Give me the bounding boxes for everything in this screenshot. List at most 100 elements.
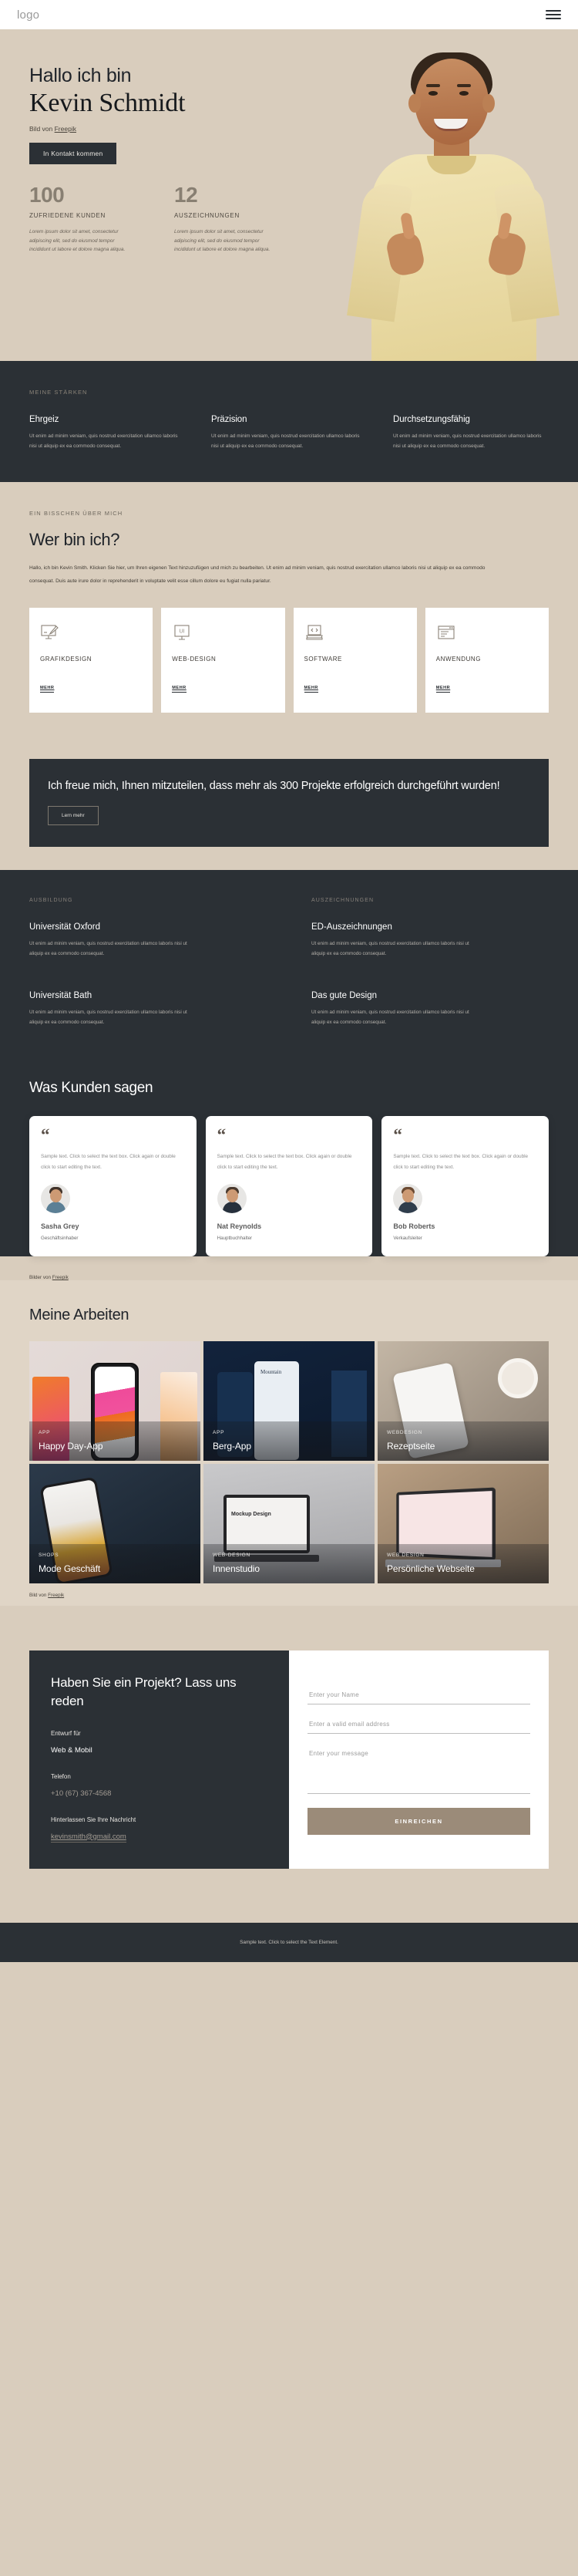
- learn-more-button[interactable]: Lern mehr: [48, 805, 99, 825]
- stat-description: Lorem ipsum dolor sit amet, consectetur …: [174, 229, 271, 252]
- design-for-value: Web & Mobil: [51, 1745, 92, 1755]
- quote-icon: “: [41, 1125, 50, 1145]
- contact-panel: Haben Sie ein Projekt? Lass uns reden En…: [29, 1650, 549, 1869]
- freepik-link[interactable]: Freepik: [52, 1275, 69, 1280]
- contact-form-panel: EINREICHEN: [289, 1650, 549, 1869]
- portfolio-tile-berg-app[interactable]: Mountain APP Berg-App: [203, 1341, 375, 1462]
- hamburger-menu-icon[interactable]: [546, 10, 561, 19]
- testimonial-card[interactable]: “ Sample text. Click to select the text …: [381, 1116, 549, 1257]
- portfolio-credit: Bild von Freepik: [29, 1583, 549, 1598]
- stat-label: ZUFRIEDENE KUNDEN: [29, 211, 106, 219]
- contact-section: Haben Sie ein Projekt? Lass uns reden En…: [0, 1606, 578, 1923]
- portfolio-tile-persoenliche-webseite[interactable]: WEB DESIGN Persönliche Webseite: [378, 1464, 549, 1584]
- education-column: AUSBILDUNG Universität Oxford Ut enim ad…: [29, 898, 267, 1027]
- strength-text: Ut enim ad minim veniam, quis nostrud ex…: [29, 433, 178, 449]
- service-more-link[interactable]: MEHR: [40, 686, 55, 693]
- about-section: EIN BISSCHEN ÜBER MICH Wer bin ich? Hall…: [0, 482, 578, 736]
- strength-item: Ehrgeiz Ut enim ad minim veniam, quis no…: [29, 415, 185, 451]
- portfolio-name: Berg-App: [213, 1441, 251, 1452]
- portfolio-tile-innenstudio[interactable]: Mockup Design WEB-DESIGN Innenstudio: [203, 1464, 375, 1584]
- award-title: Das gute Design: [311, 991, 378, 1001]
- site-logo[interactable]: logo: [17, 8, 39, 22]
- strength-title: Präzision: [211, 415, 247, 424]
- message-textarea[interactable]: [307, 1745, 530, 1794]
- testimonial-card[interactable]: “ Sample text. Click to select the text …: [29, 1116, 197, 1257]
- freepik-link[interactable]: Freepik: [48, 1593, 64, 1598]
- avatar: [393, 1184, 423, 1214]
- service-card-title: SOFTWARE: [304, 655, 342, 663]
- stat-number: 100: [29, 182, 65, 207]
- submit-button[interactable]: EINREICHEN: [307, 1807, 530, 1835]
- education-item: Universität Bath Ut enim ad minim veniam…: [29, 991, 267, 1027]
- service-cards: GRAFIKDESIGN MEHR UI WEB-DESIGN MEHR SOF…: [29, 607, 549, 713]
- service-card-web-design[interactable]: UI WEB-DESIGN MEHR: [161, 607, 285, 713]
- ui-monitor-icon: UI: [172, 623, 274, 643]
- strengths-eyebrow: MEINE STÄRKEN: [29, 389, 88, 396]
- testimonial-author-role: Hauptbuchhalter: [217, 1236, 253, 1242]
- hero-greeting: Hallo ich bin: [29, 65, 132, 86]
- service-more-link[interactable]: MEHR: [304, 686, 318, 693]
- message-label: Hinterlassen Sie Ihre Nachricht: [51, 1816, 136, 1823]
- email-link[interactable]: kevinsmith@gmail.com: [51, 1833, 126, 1843]
- service-card-anwendung[interactable]: ANWENDUNG MEHR: [425, 607, 549, 713]
- education-title: Universität Bath: [29, 991, 92, 1001]
- portfolio-tile-happy-day-app[interactable]: APP Happy Day-App: [29, 1341, 200, 1462]
- education-eyebrow: AUSBILDUNG: [29, 897, 73, 903]
- testimonial-text: Sample text. Click to select the text bo…: [41, 1154, 176, 1170]
- phone-label: Telefon: [51, 1772, 71, 1780]
- education-text: Ut enim ad minim veniam, quis nostrud ex…: [29, 1010, 187, 1025]
- service-card-grafikdesign[interactable]: GRAFIKDESIGN MEHR: [29, 607, 153, 713]
- portfolio-tile-mode-geschaeft[interactable]: SHOPS Mode Geschäft: [29, 1464, 200, 1584]
- hamburger-bar: [546, 18, 561, 19]
- hamburger-bar: [546, 14, 561, 15]
- credit-prefix: Bild von: [29, 1593, 49, 1599]
- awards-eyebrow: AUSZEICHNUNGEN: [311, 897, 375, 903]
- navbar: logo: [0, 0, 578, 29]
- testimonial-author-role: Geschäftsinhaber: [41, 1236, 79, 1242]
- avatar: [217, 1184, 247, 1214]
- phone-value[interactable]: +10 (67) 367-4568: [51, 1789, 267, 1798]
- portfolio-title: Meine Arbeiten: [29, 1307, 129, 1324]
- awards-column: AUSZEICHNUNGEN ED-Auszeichnungen Ut enim…: [311, 898, 549, 1027]
- testimonials-grid: “ Sample text. Click to select the text …: [29, 1116, 549, 1257]
- education-text: Ut enim ad minim veniam, quis nostrud ex…: [29, 940, 187, 956]
- service-more-link[interactable]: MEHR: [172, 686, 187, 693]
- hero-stats: 100 ZUFRIEDENE KUNDEN Lorem ipsum dolor …: [0, 164, 578, 255]
- education-awards-row: AUSBILDUNG Universität Oxford Ut enim ad…: [29, 898, 549, 1027]
- get-in-touch-button[interactable]: In Kontakt kommen: [29, 142, 117, 164]
- footer-text: Sample text. Click to select the Text El…: [240, 1939, 338, 1945]
- education-awards-section: AUSBILDUNG Universität Oxford Ut enim ad…: [0, 869, 578, 1062]
- about-eyebrow: EIN BISSCHEN ÜBER MICH: [29, 510, 123, 518]
- award-title: ED-Auszeichnungen: [311, 922, 392, 932]
- stat-label: AUSZEICHNUNGEN: [174, 211, 240, 219]
- footer: Sample text. Click to select the Text El…: [0, 1922, 578, 1962]
- freepik-link[interactable]: Freepik: [55, 125, 76, 133]
- credit-prefix: Bild von: [29, 124, 55, 133]
- email-input[interactable]: [307, 1716, 530, 1734]
- testimonial-author-name: Nat Reynolds: [217, 1222, 262, 1231]
- quote-icon: “: [393, 1125, 402, 1145]
- avatar: [41, 1184, 70, 1214]
- testimonial-text: Sample text. Click to select the text bo…: [217, 1154, 352, 1170]
- portfolio-tile-rezeptseite[interactable]: WEBDESIGN Rezeptseite: [378, 1341, 549, 1462]
- name-input[interactable]: [307, 1687, 530, 1704]
- strength-text: Ut enim ad minim veniam, quis nostrud ex…: [393, 433, 542, 449]
- cta-banner-title: Ich freue mich, Ihnen mitzuteilen, dass …: [48, 779, 500, 792]
- strength-title: Durchsetzungsfähig: [393, 415, 470, 424]
- service-card-title: GRAFIKDESIGN: [40, 655, 92, 663]
- service-more-link[interactable]: MEHR: [435, 686, 451, 693]
- graphic-design-icon: [40, 623, 142, 643]
- education-item: Universität Oxford Ut enim ad minim veni…: [29, 922, 267, 959]
- portfolio-name: Innenstudio: [213, 1563, 260, 1575]
- portfolio-category: WEB DESIGN: [387, 1553, 425, 1559]
- testimonial-text: Sample text. Click to select the text bo…: [393, 1154, 529, 1170]
- service-card-software[interactable]: SOFTWARE MEHR: [293, 607, 417, 713]
- testimonial-card[interactable]: “ Sample text. Click to select the text …: [205, 1116, 373, 1257]
- testimonial-author-name: Bob Roberts: [393, 1222, 435, 1231]
- strengths-section: MEINE STÄRKEN Ehrgeiz Ut enim ad minim v…: [0, 361, 578, 483]
- portfolio-category: SHOPS: [39, 1553, 59, 1559]
- portfolio-category: WEB-DESIGN: [213, 1553, 250, 1559]
- portfolio-section: Meine Arbeiten APP Happy Day-App Mountai…: [0, 1280, 578, 1607]
- award-item: ED-Auszeichnungen Ut enim ad minim venia…: [311, 922, 549, 959]
- service-card-title: ANWENDUNG: [435, 655, 482, 663]
